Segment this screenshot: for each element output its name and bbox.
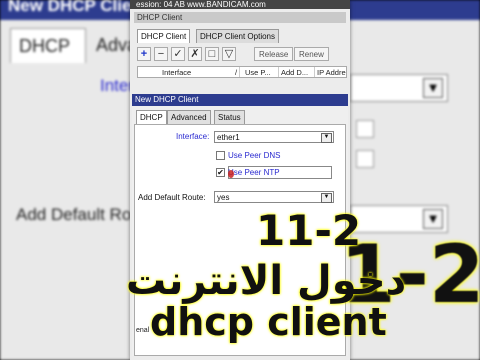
tab-dhcp[interactable]: DHCP <box>136 110 167 124</box>
tab-advanced[interactable]: Advanced <box>167 110 211 124</box>
use-peer-ntp-checkbox[interactable]: ✔ <box>216 168 225 177</box>
dhcp-client-tabs: DHCP Client DHCP Client Options <box>137 28 347 44</box>
column-header-use-peer[interactable]: Use P... <box>243 67 279 77</box>
background-checkbox[interactable] <box>356 120 374 138</box>
tab-dhcp-client[interactable]: DHCP Client <box>137 29 191 43</box>
background-checkbox[interactable] <box>356 150 374 168</box>
dropdown-arrow-icon[interactable]: ▼ <box>321 133 332 143</box>
use-peer-ntp-label: Use Peer NTP <box>228 168 280 177</box>
disable-icon[interactable]: ✗ <box>188 47 202 61</box>
enable-icon[interactable]: ✓ <box>171 47 185 61</box>
interface-label: Interface: <box>176 132 210 141</box>
add-default-route-value: yes <box>217 193 230 202</box>
background-tab-dhcp[interactable]: DHCP <box>10 28 86 63</box>
dropdown-arrow-icon[interactable]: ▼ <box>321 193 332 203</box>
comment-icon[interactable]: □ <box>205 47 219 61</box>
video-frame: New DHCP Client DHCP Advanced Interface … <box>0 0 480 360</box>
background-title: New DHCP Client <box>8 0 148 15</box>
release-button[interactable]: Release <box>254 47 294 61</box>
mouse-cursor-highlight <box>228 170 234 178</box>
overlay-arabic-caption: دخول الانترنت <box>126 258 407 304</box>
column-header-add-default[interactable]: Add D... <box>279 67 315 77</box>
overlay-lesson-number: 11-2 <box>256 206 362 255</box>
renew-button[interactable]: Renew <box>294 47 329 61</box>
dhcp-client-title: DHCP Client <box>134 12 346 23</box>
add-icon[interactable]: + <box>137 47 151 61</box>
dhcp-client-toolbar: + − ✓ ✗ □ ▽ Release Renew <box>137 47 347 63</box>
remove-icon[interactable]: − <box>154 47 168 61</box>
column-header-interface[interactable]: Interface <box>160 67 240 77</box>
recording-watermark: ession: 04 AB www.BANDICAM.com <box>130 0 350 9</box>
dropdown-arrow-icon[interactable]: ▼ <box>423 78 443 98</box>
status-text: enal <box>136 327 150 334</box>
use-peer-dns-label: Use Peer DNS <box>228 151 281 160</box>
tab-dhcp-client-options[interactable]: DHCP Client Options <box>196 29 279 43</box>
add-default-route-label: Add Default Route: <box>138 193 206 202</box>
dhcp-client-table-header: Interface / Use P... Add D... IP Addre <box>137 66 347 78</box>
new-dhcp-client-title: New DHCP Client <box>132 94 348 106</box>
column-header-ip-address[interactable]: IP Addre <box>315 67 346 77</box>
column-separator: / <box>235 68 238 77</box>
interface-value: ether1 <box>217 133 240 142</box>
interface-select[interactable]: ether1 ▼ <box>214 131 334 143</box>
add-default-route-select[interactable]: yes ▼ <box>214 191 334 203</box>
background-interface-input[interactable]: ▼ <box>350 74 448 102</box>
use-peer-dns-checkbox[interactable] <box>216 151 225 160</box>
dropdown-arrow-icon[interactable]: ▼ <box>423 209 443 229</box>
filter-icon[interactable]: ▽ <box>222 47 236 61</box>
overlay-english-caption: dhcp client <box>150 300 387 344</box>
tab-status[interactable]: Status <box>214 110 245 124</box>
